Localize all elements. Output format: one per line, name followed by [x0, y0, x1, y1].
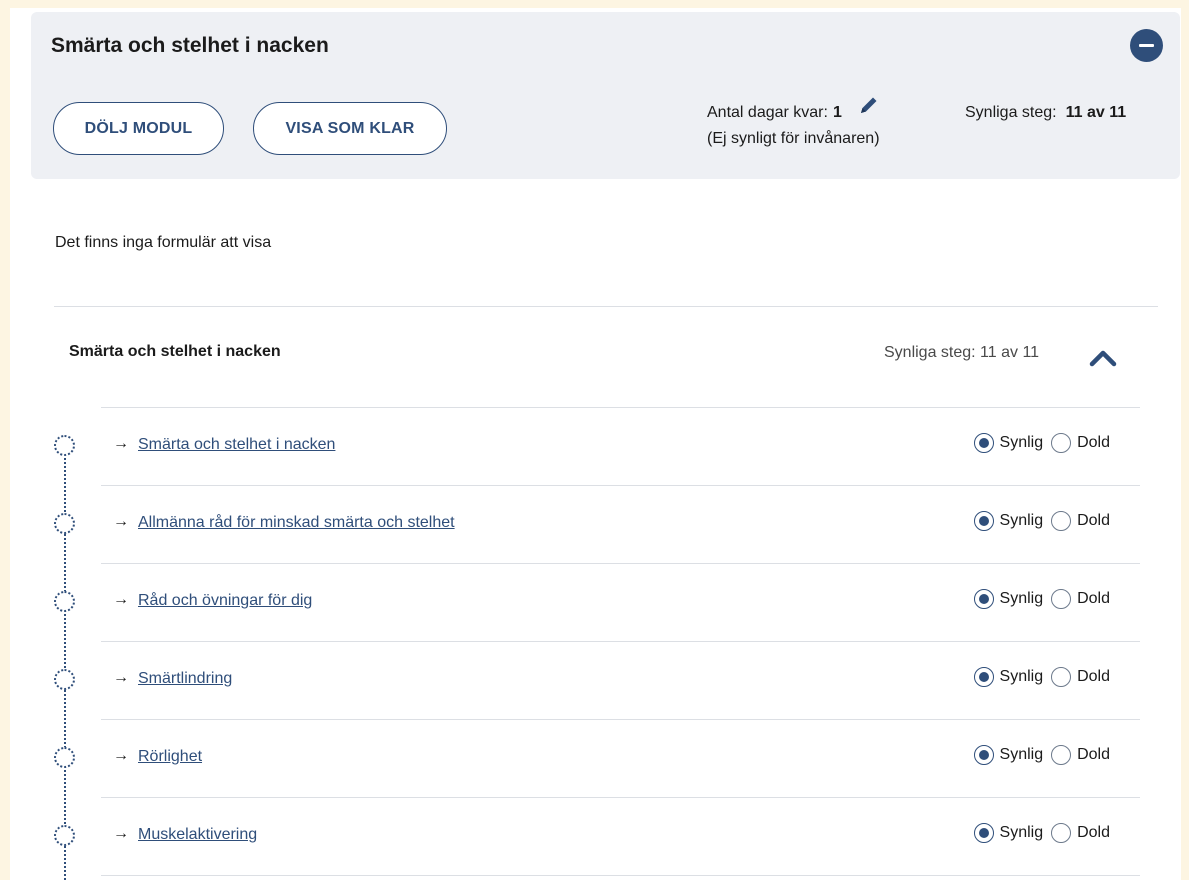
step-row: → Allmänna råd för minskad smärta och ste…	[54, 485, 1140, 563]
hidden-radio-label[interactable]: Dold	[1077, 824, 1110, 842]
arrow-right-icon: →	[113, 591, 129, 608]
days-left-block: Antal dagar kvar: 1 (Ej synligt för invån…	[707, 97, 880, 152]
module-visible-steps: Synliga steg: 11 av 11	[965, 100, 1126, 126]
step-row: → Smärta och stelhet i nacken Synlig Dold	[54, 407, 1140, 485]
visible-radio[interactable]	[973, 589, 994, 609]
days-left-note: (Ej synligt för invånaren)	[707, 130, 880, 147]
visible-steps-label: Synliga steg:	[965, 104, 1057, 121]
timeline-node-icon	[54, 747, 75, 768]
arrow-right-icon: →	[113, 747, 129, 764]
visibility-options: Synlig Dold	[973, 511, 1118, 531]
hidden-radio[interactable]	[1051, 511, 1072, 531]
section-title: Smärta och stelhet i nacken	[69, 343, 281, 360]
arrow-right-icon: →	[113, 435, 129, 452]
step-link[interactable]: Smärta och stelhet i nacken	[138, 436, 335, 454]
page-frame-right	[1181, 0, 1189, 880]
timeline-node-icon	[54, 591, 75, 612]
step-link[interactable]: Smärtlindring	[138, 670, 232, 688]
hidden-radio-label[interactable]: Dold	[1077, 590, 1110, 608]
pencil-icon[interactable]	[858, 94, 880, 125]
step-link[interactable]: Råd och övningar för dig	[138, 592, 312, 610]
visible-radio-label[interactable]: Synlig	[1000, 746, 1044, 764]
visibility-options: Synlig Dold	[973, 589, 1118, 609]
timeline-node-icon	[54, 435, 75, 456]
minus-circle-icon[interactable]	[1130, 29, 1163, 62]
module-header: Smärta och stelhet i nacken DÖLJ MODUL V…	[31, 12, 1180, 179]
visible-radio-label[interactable]: Synlig	[1000, 824, 1044, 842]
hidden-radio-label[interactable]: Dold	[1077, 668, 1110, 686]
arrow-right-icon: →	[113, 825, 129, 842]
visible-steps-value: 11 av 11	[1065, 104, 1127, 121]
chevron-up-icon[interactable]	[1089, 344, 1117, 377]
visibility-options: Synlig Dold	[973, 667, 1118, 687]
visible-radio-label[interactable]: Synlig	[1000, 434, 1044, 452]
timeline-node-icon	[54, 513, 75, 534]
visible-radio-label[interactable]: Synlig	[1000, 668, 1044, 686]
arrow-right-icon: →	[113, 669, 129, 686]
days-left-value: 1	[832, 104, 842, 121]
days-left-label: Antal dagar kvar:	[707, 104, 828, 121]
hidden-radio[interactable]	[1051, 589, 1072, 609]
page-frame-left	[0, 0, 10, 880]
hidden-radio-label[interactable]: Dold	[1077, 746, 1110, 764]
hidden-radio[interactable]	[1051, 667, 1072, 687]
step-row: → Smärtlindring Synlig Dold	[54, 641, 1140, 719]
step-row: → Muskelaktivering Synlig Dold	[54, 797, 1140, 875]
step-link[interactable]: Rörlighet	[138, 748, 202, 766]
visible-radio[interactable]	[973, 511, 994, 531]
step-link[interactable]: Muskelaktivering	[138, 826, 257, 844]
page-frame-top	[0, 0, 1189, 8]
hidden-radio[interactable]	[1051, 745, 1072, 765]
timeline-node-icon	[54, 669, 75, 690]
step-row: → Rörlighet Synlig Dold	[54, 719, 1140, 797]
hidden-radio-label[interactable]: Dold	[1077, 434, 1110, 452]
minus-bar	[1139, 44, 1154, 47]
hidden-radio[interactable]	[1051, 433, 1072, 453]
days-left-line: Antal dagar kvar: 1	[707, 97, 880, 126]
hide-module-button[interactable]: DÖLJ MODUL	[53, 102, 224, 155]
step-row: → Råd och övningar för dig Synlig Dold	[54, 563, 1140, 641]
visibility-options: Synlig Dold	[973, 433, 1118, 453]
step-link[interactable]: Allmänna råd för minskad smärta och stel…	[138, 514, 455, 532]
module-title: Smärta och stelhet i nacken	[51, 34, 329, 57]
visible-radio[interactable]	[973, 823, 994, 843]
section-visible-steps: Synliga steg: 11 av 11	[884, 344, 1040, 361]
visibility-options: Synlig Dold	[973, 745, 1118, 765]
row-divider	[101, 875, 1140, 876]
visible-radio-label[interactable]: Synlig	[1000, 590, 1044, 608]
arrow-right-icon: →	[113, 513, 129, 530]
empty-forms-message: Det finns inga formulär att visa	[55, 234, 272, 251]
visible-radio[interactable]	[973, 433, 994, 453]
visibility-options: Synlig Dold	[973, 823, 1118, 843]
visible-radio[interactable]	[973, 667, 994, 687]
timeline-node-icon	[54, 825, 75, 846]
visible-radio-label[interactable]: Synlig	[1000, 512, 1044, 530]
divider	[54, 306, 1158, 307]
mark-done-button[interactable]: VISA SOM KLAR	[253, 102, 447, 155]
hidden-radio-label[interactable]: Dold	[1077, 512, 1110, 530]
hidden-radio[interactable]	[1051, 823, 1072, 843]
visible-radio[interactable]	[973, 745, 994, 765]
